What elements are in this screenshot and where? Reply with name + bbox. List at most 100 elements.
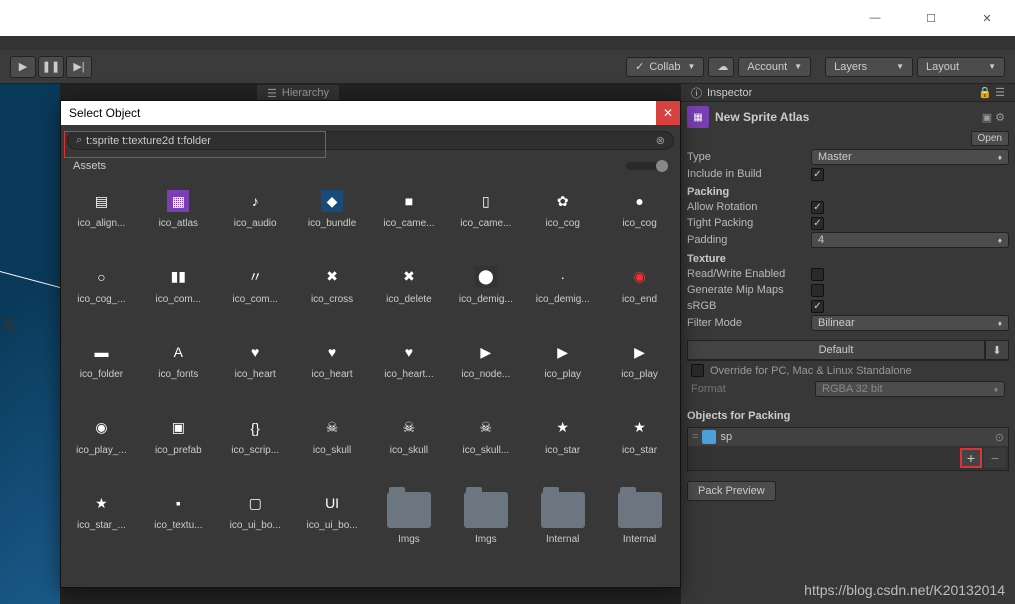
open-button[interactable]: Open [971, 131, 1009, 146]
tab-inspector[interactable]: ⓘ Inspector 🔒 ☰ [681, 84, 1015, 102]
asset-item[interactable]: ★ ico_star [603, 413, 676, 485]
filter-dropdown[interactable]: Bilinear♦ [811, 315, 1009, 331]
allow-rotation-checkbox[interactable]: ✓ [811, 201, 824, 214]
asset-item[interactable]: Aico_fonts [142, 337, 215, 409]
asset-label: ico_heart [311, 369, 352, 380]
folder-icon [387, 492, 431, 528]
object-picker-icon[interactable]: ⊙ [995, 431, 1004, 444]
asset-item[interactable]: ▪ico_textu... [142, 488, 215, 574]
asset-item[interactable]: ▯ico_came... [449, 186, 522, 258]
asset-label: ico_scrip... [231, 445, 279, 456]
layers-dropdown[interactable]: Layers▼ [825, 57, 913, 77]
asset-item[interactable]: ▢ico_ui_bo... [219, 488, 292, 574]
asset-item[interactable]: ▣ico_prefab [142, 413, 215, 485]
asset-item[interactable]: Imgs [449, 488, 522, 574]
asset-label: ico_star [622, 445, 657, 456]
pack-preview-button[interactable]: Pack Preview [687, 481, 776, 501]
account-dropdown[interactable]: Account▼ [738, 57, 811, 77]
asset-item[interactable]: Imgs [373, 488, 446, 574]
asset-label: ico_play_... [76, 445, 127, 456]
menubar [0, 36, 1015, 50]
asset-item[interactable]: ✿ico_cog [526, 186, 599, 258]
asset-item[interactable]: ■ico_came... [373, 186, 446, 258]
asset-item[interactable]: ☠ico_skull [296, 413, 369, 485]
srgb-checkbox[interactable]: ✓ [811, 300, 824, 313]
asset-item[interactable]: ▶ico_play [603, 337, 676, 409]
mip-checkbox[interactable] [811, 284, 824, 297]
window-minimize[interactable]: — [855, 4, 895, 32]
asset-item[interactable]: ◉ico_end [603, 262, 676, 334]
texture-header: Texture [681, 249, 1015, 266]
asset-label: ico_skull... [462, 445, 509, 456]
filter-label: Filter Mode [687, 317, 811, 329]
asset-item[interactable]: ♪ico_audio [219, 186, 292, 258]
step-button[interactable]: ▶| [66, 56, 92, 78]
asset-item[interactable]: ▶ ico_node... [449, 337, 522, 409]
rw-checkbox[interactable] [811, 268, 824, 281]
asset-item[interactable]: ▮▮ico_com... [142, 262, 215, 334]
asset-item[interactable]: ✖ico_delete [373, 262, 446, 334]
asset-item[interactable]: ★ico_star_... [65, 488, 138, 574]
search-input[interactable] [86, 135, 656, 147]
asset-icon: ☠ [398, 417, 420, 439]
asset-item[interactable]: ✖ico_cross [296, 262, 369, 334]
cloud-button[interactable]: ☁ [708, 57, 734, 77]
collab-dropdown[interactable]: ✓ Collab▼ [626, 57, 704, 77]
asset-item[interactable]: 〃ico_com... [219, 262, 292, 334]
add-object-button[interactable]: + [960, 448, 982, 468]
remove-object-button[interactable]: − [984, 448, 1006, 468]
asset-grid: ▤ico_align...▦ico_atlas♪ico_audio◆ico_bu… [61, 176, 680, 584]
asset-icon: ★ [629, 417, 651, 439]
asset-item[interactable]: {}ico_scrip... [219, 413, 292, 485]
format-dropdown[interactable]: RGBA 32 bit♦ [815, 381, 1005, 397]
asset-item[interactable]: UIico_ui_bo... [296, 488, 369, 574]
override-checkbox[interactable] [691, 364, 704, 377]
tab-assets[interactable]: Assets [69, 158, 110, 174]
asset-item[interactable]: ♥ico_heart [296, 337, 369, 409]
asset-item[interactable]: ♥ico_heart... [373, 337, 446, 409]
dialog-title: Select Object [69, 106, 140, 120]
asset-item[interactable]: ☠ico_skull [373, 413, 446, 485]
platform-download-icon[interactable]: ⬇ [985, 340, 1009, 360]
include-checkbox[interactable]: ✓ [811, 168, 824, 181]
asset-item[interactable]: ▦ico_atlas [142, 186, 215, 258]
asset-item[interactable]: ⬤ico_demig... [449, 262, 522, 334]
padding-dropdown[interactable]: 4♦ [811, 232, 1009, 248]
asset-item[interactable]: ·ico_demig... [526, 262, 599, 334]
inspector-gear-icon[interactable]: ▣ ⚙ [982, 111, 1005, 124]
tight-packing-checkbox[interactable]: ✓ [811, 217, 824, 230]
asset-item[interactable]: ◉ico_play_... [65, 413, 138, 485]
list-item[interactable]: = sp ⊙ [688, 428, 1008, 446]
asset-item[interactable]: ○ico_cog_... [65, 262, 138, 334]
window-titlebar: — ☐ ✕ [0, 0, 1015, 36]
asset-icon: ▶ [475, 341, 497, 363]
asset-item[interactable]: ▤ico_align... [65, 186, 138, 258]
asset-item[interactable]: ★ico_star [526, 413, 599, 485]
asset-item[interactable]: Internal [526, 488, 599, 574]
asset-icon: ▤ [90, 190, 112, 212]
clear-search-icon[interactable]: ⊗ [656, 134, 665, 147]
play-button[interactable]: ▶ [10, 56, 36, 78]
grid-size-slider[interactable] [626, 162, 666, 170]
dialog-close-button[interactable]: ✕ [656, 101, 680, 125]
asset-item[interactable]: Internal [603, 488, 676, 574]
asset-item[interactable]: ▶ico_play [526, 337, 599, 409]
asset-label: Imgs [475, 534, 497, 545]
asset-icon: ♪ [244, 190, 266, 212]
window-close[interactable]: ✕ [967, 4, 1007, 32]
asset-label: ico_node... [461, 369, 510, 380]
layout-dropdown[interactable]: Layout▼ [917, 57, 1005, 77]
pause-button[interactable]: ❚❚ [38, 56, 64, 78]
asset-item[interactable]: ●ico_cog [603, 186, 676, 258]
window-maximize[interactable]: ☐ [911, 4, 951, 32]
platform-tab-default[interactable]: Default [687, 340, 985, 360]
asset-item[interactable]: ♥ico_heart [219, 337, 292, 409]
asset-item[interactable]: ▬ico_folder [65, 337, 138, 409]
folder-icon [618, 492, 662, 528]
panel-lock-icon[interactable]: 🔒 ☰ [978, 86, 1005, 99]
type-dropdown[interactable]: Master♦ [811, 149, 1009, 165]
asset-item[interactable]: ◆ico_bundle [296, 186, 369, 258]
asset-item[interactable]: ☠ico_skull... [449, 413, 522, 485]
asset-label: ico_com... [156, 294, 202, 305]
asset-label: ico_atlas [159, 218, 198, 229]
